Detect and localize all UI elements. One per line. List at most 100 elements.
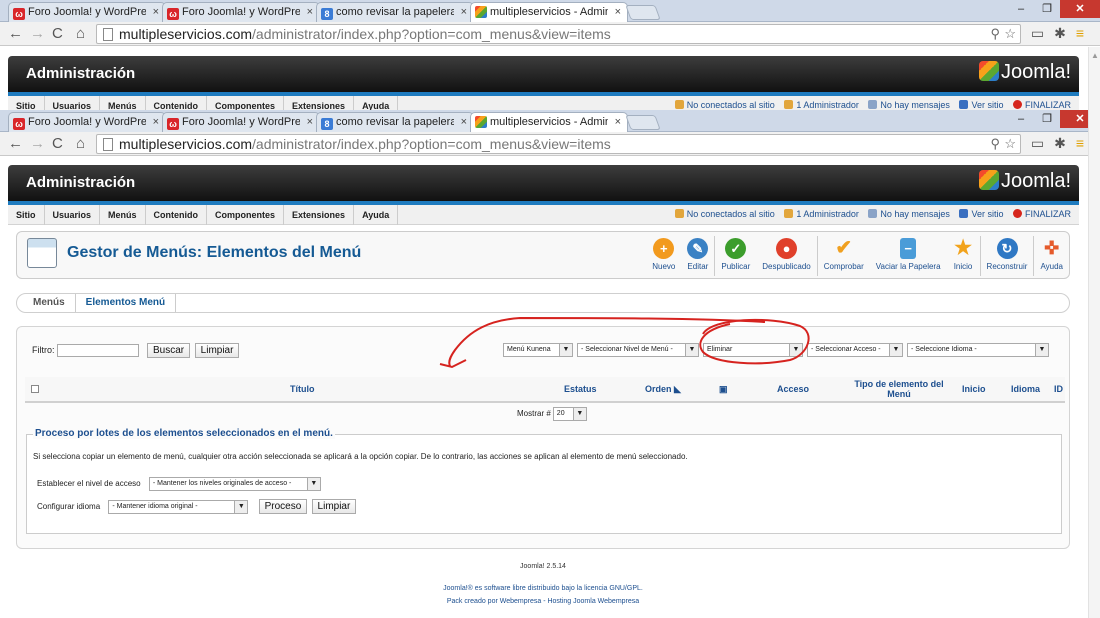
filter-search-input[interactable] bbox=[56, 344, 139, 357]
status-links: No conectados al sitio 1 Administrador N… bbox=[668, 209, 1071, 219]
minimize-icon[interactable]: – bbox=[1008, 110, 1034, 128]
batch-language-select[interactable]: - Mantener idioma original - ▼ bbox=[108, 499, 249, 514]
browser-extension-icons[interactable]: ▭✱≡ bbox=[1031, 25, 1094, 42]
clear-button[interactable]: Limpiar bbox=[194, 343, 240, 358]
back-icon[interactable]: ← bbox=[8, 25, 23, 43]
submenu-tabs: Menús Elementos Menú bbox=[16, 293, 1070, 313]
menu-contenido[interactable]: Contenido bbox=[146, 205, 208, 225]
col-order[interactable]: Orden ◣ bbox=[645, 384, 681, 395]
bookmark-star-icon[interactable]: ☆ bbox=[1004, 25, 1016, 43]
sort-icon: ◣ bbox=[674, 384, 681, 394]
reload-icon[interactable]: C bbox=[52, 25, 63, 43]
browser-tab[interactable]: 8 como revisar la papelera d × bbox=[316, 2, 474, 22]
browser-tab[interactable]: ω Foro Joomla! y WordPress × bbox=[8, 2, 166, 22]
joomla-logo: Joomla! bbox=[978, 170, 1071, 193]
empty-trash-button[interactable]: − Vaciar la Papelera bbox=[870, 236, 947, 276]
limit-select[interactable]: 20 ▼ bbox=[552, 407, 587, 421]
url-input[interactable]: multipleservicios.com/administrator/inde… bbox=[96, 134, 1021, 154]
maximize-icon[interactable]: ❐ bbox=[1034, 110, 1060, 128]
col-language[interactable]: Idioma bbox=[1011, 384, 1040, 394]
tab-close-icon[interactable]: × bbox=[307, 6, 313, 18]
col-status[interactable]: Estatus bbox=[564, 384, 597, 394]
browser-tab[interactable]: ω Foro Joomla! y WordPress × bbox=[162, 112, 320, 132]
admin-header: Administración Joomla! bbox=[8, 165, 1079, 201]
tab-close-icon[interactable]: × bbox=[461, 116, 467, 128]
checkin-button[interactable]: ✔ Comprobar bbox=[816, 236, 870, 276]
batch-access-select[interactable]: - Mantener los niveles originales de acc… bbox=[148, 477, 321, 491]
menu-manager-icon bbox=[27, 238, 57, 268]
col-id[interactable]: ID bbox=[1054, 384, 1063, 394]
menu-usuarios[interactable]: Usuarios bbox=[45, 205, 101, 225]
tab-close-icon[interactable]: × bbox=[307, 116, 313, 128]
chevron-down-icon: ▼ bbox=[306, 478, 320, 490]
logout-icon bbox=[1012, 209, 1022, 218]
col-title[interactable]: Título bbox=[290, 384, 315, 394]
menu-extensiones[interactable]: Extensiones bbox=[284, 205, 355, 225]
language-select[interactable]: - Seleccione Idioma - ▼ bbox=[907, 343, 1049, 357]
maximize-icon[interactable]: ❐ bbox=[1034, 0, 1060, 18]
tab-close-icon[interactable]: × bbox=[153, 116, 159, 128]
bookmark-star-icon[interactable]: ☆ bbox=[1004, 135, 1016, 153]
unpublish-button[interactable]: ● Despublicado bbox=[756, 236, 816, 276]
zoom-icon[interactable]: ⚲ bbox=[990, 25, 1000, 43]
new-button[interactable]: + Nuevo bbox=[646, 236, 681, 276]
tab-close-icon[interactable]: × bbox=[615, 6, 621, 18]
new-tab-button[interactable] bbox=[625, 5, 661, 20]
state-select[interactable]: Eliminar ▼ bbox=[703, 343, 803, 357]
minimize-icon[interactable]: – bbox=[1008, 0, 1034, 18]
chevron-down-icon: ▼ bbox=[559, 344, 572, 356]
home-icon[interactable]: ⌂ bbox=[76, 135, 85, 153]
forward-icon[interactable]: → bbox=[30, 135, 45, 153]
tab-strip-back: ω Foro Joomla! y WordPress × ω Foro Joomla!… bbox=[0, 0, 1100, 22]
site-favicon-icon: ω bbox=[13, 8, 25, 20]
search-button[interactable]: Buscar bbox=[147, 343, 191, 358]
chevron-down-icon: ▼ bbox=[572, 408, 586, 420]
forward-icon[interactable]: → bbox=[30, 25, 45, 43]
tab-menu-items[interactable]: Elementos Menú bbox=[76, 294, 177, 312]
status-links: No conectados al sitio 1 Administrador N… bbox=[668, 100, 1071, 110]
browser-tab-active[interactable]: multipleservicios - Admin × bbox=[470, 112, 628, 132]
tab-menus[interactable]: Menús bbox=[23, 294, 76, 312]
tab-close-icon[interactable]: × bbox=[615, 116, 621, 128]
menu-sitio[interactable]: Sitio bbox=[8, 205, 45, 225]
window-controls: – ❐ ✕ bbox=[1008, 0, 1100, 18]
browser-tab[interactable]: ω Foro Joomla! y WordPress × bbox=[8, 112, 166, 132]
zoom-icon[interactable]: ⚲ bbox=[990, 135, 1000, 153]
level-select[interactable]: - Seleccionar Nivel de Menú - ▼ bbox=[577, 343, 699, 357]
edit-button[interactable]: ✎ Editar bbox=[681, 236, 714, 276]
batch-language-row: Configurar idioma - Mantener idioma orig… bbox=[37, 499, 357, 514]
new-tab-button[interactable] bbox=[625, 115, 661, 130]
process-button[interactable]: Proceso bbox=[258, 499, 308, 514]
col-menu-type[interactable]: Tipo de elemento del Menú bbox=[851, 379, 947, 399]
menu-select[interactable]: Menú Kunena ▼ bbox=[503, 343, 573, 357]
footer-credit-link[interactable]: Pack creado por Webempresa - Hosting Joo… bbox=[0, 598, 1086, 605]
menu-menus[interactable]: Menús bbox=[100, 205, 146, 225]
browser-tab-active[interactable]: multipleservicios - Admin × bbox=[470, 2, 628, 22]
footer-license-link[interactable]: Joomla!® es software libre distribuido b… bbox=[0, 585, 1086, 592]
home-icon[interactable]: ⌂ bbox=[76, 25, 85, 43]
col-home[interactable]: Inicio bbox=[962, 384, 986, 394]
reload-icon[interactable]: C bbox=[52, 135, 63, 153]
menu-componentes[interactable]: Componentes bbox=[207, 205, 285, 225]
back-icon[interactable]: ← bbox=[8, 135, 23, 153]
tab-close-icon[interactable]: × bbox=[153, 6, 159, 18]
menu-ayuda[interactable]: Ayuda bbox=[354, 205, 399, 225]
col-access[interactable]: Acceso bbox=[777, 384, 809, 394]
close-window-icon[interactable]: ✕ bbox=[1060, 0, 1100, 18]
star-icon: ★ bbox=[954, 237, 973, 259]
browser-tab[interactable]: 8 como revisar la papelera d × bbox=[316, 112, 474, 132]
batch-clear-button[interactable]: Limpiar bbox=[311, 499, 357, 514]
page-scrollbar[interactable]: ▲ bbox=[1088, 47, 1100, 618]
publish-button[interactable]: ✓ Publicar bbox=[714, 236, 756, 276]
help-button[interactable]: ✜ Ayuda bbox=[1033, 236, 1069, 276]
tab-close-icon[interactable]: × bbox=[461, 6, 467, 18]
select-all-checkbox[interactable] bbox=[31, 385, 39, 393]
rebuild-button[interactable]: ↻ Reconstruir bbox=[979, 236, 1034, 276]
access-select[interactable]: - Seleccionar Acceso - ▼ bbox=[807, 343, 903, 357]
url-input[interactable]: multipleservicios.com/administrator/inde… bbox=[96, 24, 1021, 44]
save-order-icon[interactable]: ▣ bbox=[719, 384, 728, 395]
browser-extension-icons[interactable]: ▭✱≡ bbox=[1031, 135, 1094, 152]
browser-tab[interactable]: ω Foro Joomla! y WordPress × bbox=[162, 2, 320, 22]
footer-version: Joomla! 2.5.14 bbox=[520, 563, 566, 570]
home-button[interactable]: ★ Inicio bbox=[947, 236, 980, 276]
